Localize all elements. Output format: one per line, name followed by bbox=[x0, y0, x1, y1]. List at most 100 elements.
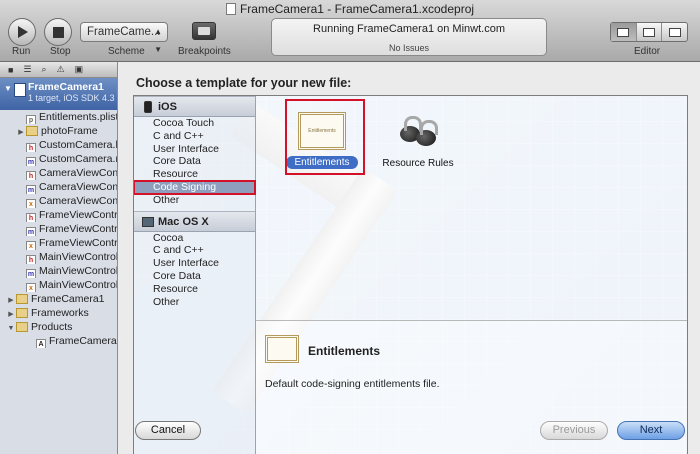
category-item[interactable]: Resource bbox=[134, 283, 255, 296]
folder-icon bbox=[26, 126, 38, 136]
folder-icon[interactable]: ■ bbox=[8, 65, 13, 75]
m-file-icon: m bbox=[26, 157, 36, 166]
scheme-popup[interactable]: FrameCame... ▲ ▼ bbox=[80, 22, 168, 54]
disclosure-right-icon[interactable]: ▶ bbox=[6, 294, 16, 306]
file-tree-label: FrameCamera1 bbox=[49, 335, 117, 347]
breakpoints-label: Breakpoints bbox=[178, 46, 231, 57]
project-icon bbox=[14, 83, 26, 97]
standard-editor-button[interactable] bbox=[611, 23, 637, 41]
assistant-editor-button[interactable] bbox=[637, 23, 663, 41]
breakpoints-button[interactable] bbox=[192, 22, 216, 40]
debug-icon[interactable]: ▣ bbox=[75, 64, 84, 75]
file-tree-label: FrameViewControl bbox=[39, 223, 117, 235]
m-file-icon: m bbox=[26, 227, 36, 236]
template-chooser: iOS Cocoa Touch C and C++ User Interface Co… bbox=[133, 95, 688, 454]
file-tree-label: FrameViewControl bbox=[39, 209, 117, 221]
file-tree-row[interactable]: ▼ Products bbox=[0, 320, 117, 334]
window-toolbar: FrameCamera1 - FrameCamera1.xcodeproj Ru… bbox=[0, 0, 700, 62]
sheet-title: Choose a template for your new file: bbox=[136, 76, 352, 90]
disclosure-right-icon[interactable]: ▶ bbox=[6, 308, 16, 320]
template-label: Resource Rules bbox=[382, 158, 454, 169]
file-tree-row[interactable]: h CustomCamera.h bbox=[0, 138, 117, 152]
folder-icon bbox=[16, 322, 28, 332]
status-line-2: No Issues bbox=[388, 43, 430, 53]
cancel-button[interactable]: Cancel bbox=[135, 421, 201, 440]
file-tree-row[interactable]: hMainViewControlle bbox=[0, 250, 117, 264]
file-tree-row[interactable]: ▶ Frameworks bbox=[0, 306, 117, 320]
file-tree-row[interactable]: A FrameCamera1 bbox=[0, 334, 117, 348]
h-file-icon: h bbox=[26, 143, 36, 152]
search-icon[interactable]: ⌕ bbox=[42, 64, 47, 75]
file-tree-row[interactable]: m CustomCamera.m bbox=[0, 152, 117, 166]
file-tree-row[interactable]: xCameraViewControl bbox=[0, 194, 117, 208]
file-tree-label: photoFrame bbox=[41, 125, 98, 137]
previous-button[interactable]: Previous bbox=[540, 421, 608, 440]
stop-label: Stop bbox=[50, 46, 71, 57]
version-editor-icon bbox=[668, 27, 681, 37]
file-tree-label: Entitlements.plist bbox=[39, 111, 117, 123]
project-row[interactable]: ▼ FrameCamera1 1 target, iOS SDK 4.3 bbox=[0, 78, 117, 110]
window-title: FrameCamera1 - FrameCamera1.xcodeproj bbox=[0, 2, 700, 16]
file-tree-row[interactable]: ▶ photoFrame bbox=[0, 124, 117, 138]
category-item[interactable]: C and C++ bbox=[134, 244, 255, 257]
next-button[interactable]: Next bbox=[617, 421, 685, 440]
file-tree-label: MainViewControlle bbox=[39, 251, 117, 263]
category-item[interactable]: Other bbox=[134, 194, 255, 207]
category-item[interactable]: Cocoa Touch bbox=[134, 117, 255, 130]
project-name: FrameCamera1 bbox=[28, 81, 104, 93]
category-item[interactable]: User Interface bbox=[134, 257, 255, 270]
file-tree-label: CameraViewControl bbox=[39, 167, 117, 179]
symbol-icon[interactable]: ☰ bbox=[23, 64, 31, 75]
certificate-icon bbox=[265, 335, 299, 363]
file-tree-row[interactable]: hFrameViewControl bbox=[0, 208, 117, 222]
issue-icon[interactable]: ⚠ bbox=[57, 64, 65, 75]
file-tree-label: FrameCamera1 bbox=[31, 293, 105, 305]
stop-icon bbox=[52, 26, 64, 38]
editor-segmented-control bbox=[610, 22, 688, 42]
file-tree-row[interactable]: p Entitlements.plist bbox=[0, 110, 117, 124]
disclosure-down-icon[interactable]: ▼ bbox=[4, 84, 12, 93]
category-item[interactable]: Core Data bbox=[134, 155, 255, 168]
disclosure-down-icon[interactable]: ▼ bbox=[6, 322, 16, 334]
file-tree-row[interactable]: xMainViewControlle bbox=[0, 278, 117, 292]
file-tree-label: CameraViewControl bbox=[39, 195, 117, 207]
project-navigator: ■ ☰ ⌕ ⚠ ▣ ▼ FrameCamera1 1 target, iOS S… bbox=[0, 62, 117, 454]
status-line-1: Running FrameCamera1 on Minwt.com bbox=[313, 23, 505, 35]
file-tree-row[interactable]: ▶ FrameCamera1 bbox=[0, 292, 117, 306]
file-tree-row[interactable]: hCameraViewControl bbox=[0, 166, 117, 180]
file-tree-label: Frameworks bbox=[31, 307, 89, 319]
file-tree-row[interactable]: mFrameViewControl bbox=[0, 222, 117, 236]
category-item[interactable]: User Interface bbox=[134, 143, 255, 156]
xib-file-icon: x bbox=[26, 199, 36, 208]
template-grid: Entitlements Entitlements Resource Rules bbox=[256, 96, 687, 320]
version-editor-button[interactable] bbox=[662, 23, 687, 41]
file-tree-label: MainViewControlle bbox=[39, 265, 117, 277]
new-file-sheet: Choose a template for your new file: iOS… bbox=[117, 62, 700, 454]
category-item[interactable]: Other bbox=[134, 296, 255, 309]
run-label: Run bbox=[12, 46, 31, 57]
folder-icon bbox=[16, 308, 28, 318]
category-item[interactable]: Code Signing bbox=[134, 180, 256, 195]
popup-arrows-icon: ▲ ▼ bbox=[154, 27, 162, 54]
document-icon bbox=[225, 3, 236, 15]
h-file-icon: h bbox=[26, 213, 36, 222]
category-item[interactable]: Resource bbox=[134, 168, 255, 181]
template-resource-rules[interactable]: Resource Rules bbox=[368, 104, 468, 169]
category-item[interactable]: Core Data bbox=[134, 270, 255, 283]
category-item[interactable]: C and C++ bbox=[134, 130, 255, 143]
stop-button[interactable] bbox=[44, 18, 72, 46]
assistant-editor-icon bbox=[643, 27, 655, 37]
m-file-icon: m bbox=[26, 269, 36, 278]
mac-category-list: Cocoa C and C++ User Interface Core Data Res… bbox=[134, 232, 255, 309]
file-tree-label: CustomCamera.m bbox=[39, 153, 117, 165]
file-tree-row[interactable]: mCameraViewControl bbox=[0, 180, 117, 194]
folder-icon bbox=[16, 294, 28, 304]
file-tree-label: CustomCamera.h bbox=[39, 139, 117, 151]
category-item[interactable]: Cocoa bbox=[134, 232, 255, 245]
disclosure-right-icon[interactable]: ▶ bbox=[16, 126, 26, 138]
mac-icon bbox=[142, 216, 154, 227]
file-tree-row[interactable]: xFrameViewControl bbox=[0, 236, 117, 250]
run-button[interactable] bbox=[8, 18, 36, 46]
scheme-label: Scheme bbox=[108, 46, 145, 57]
file-tree-row[interactable]: mMainViewControlle bbox=[0, 264, 117, 278]
